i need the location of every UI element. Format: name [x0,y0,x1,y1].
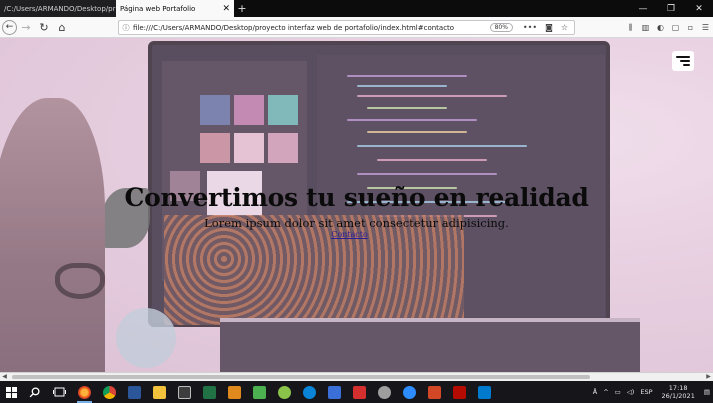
scrollbar-thumb[interactable] [12,375,590,379]
browser-tab-strip: /C:/Users/ARMANDO/Desktop/pr Página web … [0,0,713,17]
calculator-icon[interactable] [172,381,197,403]
windows-taskbar: Å ^ ▭ ◁) ESP 17:18 26/1/2021 ▤ [0,381,713,403]
library-icon[interactable]: ⫼ [623,23,638,33]
hero-title: Convertimos tu sueño en realidad [124,183,589,212]
url-text[interactable]: file:///C:/Users/ARMANDO/Desktop/proyect… [133,24,490,32]
window-controls: — ❐ ✕ [629,0,713,17]
horizontal-scrollbar[interactable]: ◀ ▶ [0,372,713,381]
system-tray: Å ^ ▭ ◁) ESP 17:18 26/1/2021 ▤ [590,381,713,403]
clock-time: 17:18 [668,384,688,392]
language-indicator[interactable]: ESP [637,388,655,396]
edge-icon[interactable] [297,381,322,403]
minimize-icon[interactable]: — [629,0,657,17]
menu-icon[interactable]: ☰ [698,23,713,32]
windows-start-icon[interactable] [0,381,22,403]
scroll-left-icon[interactable]: ◀ [0,373,9,381]
photos-icon[interactable] [247,381,272,403]
container-icon[interactable]: ▫ [683,23,698,32]
browser-navbar: ← → ↻ ⌂ ⓘ file:///C:/Users/ARMANDO/Deskt… [0,17,713,38]
link-app-icon[interactable] [322,381,347,403]
scroll-right-icon[interactable]: ▶ [704,373,713,381]
sidebar-icon[interactable]: ▥ [638,23,653,32]
url-actions: ••• ◙ ☆ [523,23,568,32]
excel-icon[interactable] [197,381,222,403]
pocket-icon[interactable]: ◙ [545,23,553,32]
forward-icon[interactable]: → [17,18,35,36]
bookmark-star-icon[interactable]: ☆ [561,23,568,32]
address-bar[interactable]: ⓘ file:///C:/Users/ARMANDO/Desktop/proye… [118,20,575,35]
home-icon[interactable]: ⌂ [53,18,71,36]
chrome-icon[interactable] [97,381,122,403]
clock-date: 26/1/2021 [661,392,695,400]
search-icon[interactable] [22,381,47,403]
maximize-icon[interactable]: ❐ [657,0,685,17]
globe-icon[interactable] [372,381,397,403]
tray-expand-icon[interactable]: ^ [600,388,611,396]
page-viewport: Convertimos tu sueño en realidad Lorem i… [0,38,713,372]
tab-label: Página web Portafolio [120,4,196,13]
word-icon[interactable] [122,381,147,403]
new-tab-button[interactable]: + [234,0,250,17]
close-window-icon[interactable]: ✕ [685,0,713,17]
account-icon[interactable]: ◐ [653,23,668,32]
clock[interactable]: 17:18 26/1/2021 [656,384,701,400]
zoom-badge[interactable]: 80% [489,23,513,32]
back-icon[interactable]: ← [2,19,17,35]
powerpoint-icon[interactable] [422,381,447,403]
app-red-icon[interactable] [347,381,372,403]
page-actions-icon[interactable]: ••• [523,23,537,32]
volume-icon[interactable]: ◁) [624,388,638,396]
nav-menu-button[interactable] [672,51,694,71]
tab-local-file[interactable]: /C:/Users/ARMANDO/Desktop/pr [0,0,116,17]
tab-label: /C:/Users/ARMANDO/Desktop/pr [4,4,116,13]
toolbar-right: ⫼ ▥ ◐ ▢ ▫ ☰ [623,17,713,38]
hero-subtitle: Lorem ipsum dolor sit amet consectetur a… [204,216,509,230]
acrobat-icon[interactable] [447,381,472,403]
reload-icon[interactable]: ↻ [35,18,53,36]
app-green-icon[interactable] [272,381,297,403]
tab-portafolio[interactable]: Página web Portafolio ✕ [116,0,234,17]
extension-icon[interactable]: ▢ [668,23,683,32]
hero-section: Convertimos tu sueño en realidad Lorem i… [0,183,713,239]
vscode-icon[interactable] [472,381,497,403]
zoom-icon[interactable] [397,381,422,403]
contact-link[interactable]: Contacto [0,230,713,239]
people-icon[interactable]: Å [590,388,600,396]
app-game-icon[interactable] [222,381,247,403]
firefox-icon[interactable] [72,381,97,403]
close-tab-icon[interactable]: ✕ [222,4,230,14]
page-info-icon[interactable]: ⓘ [119,23,133,33]
network-icon[interactable]: ▭ [612,388,624,396]
file-explorer-icon[interactable] [147,381,172,403]
notifications-icon[interactable]: ▤ [701,388,713,396]
task-view-icon[interactable] [47,381,72,403]
